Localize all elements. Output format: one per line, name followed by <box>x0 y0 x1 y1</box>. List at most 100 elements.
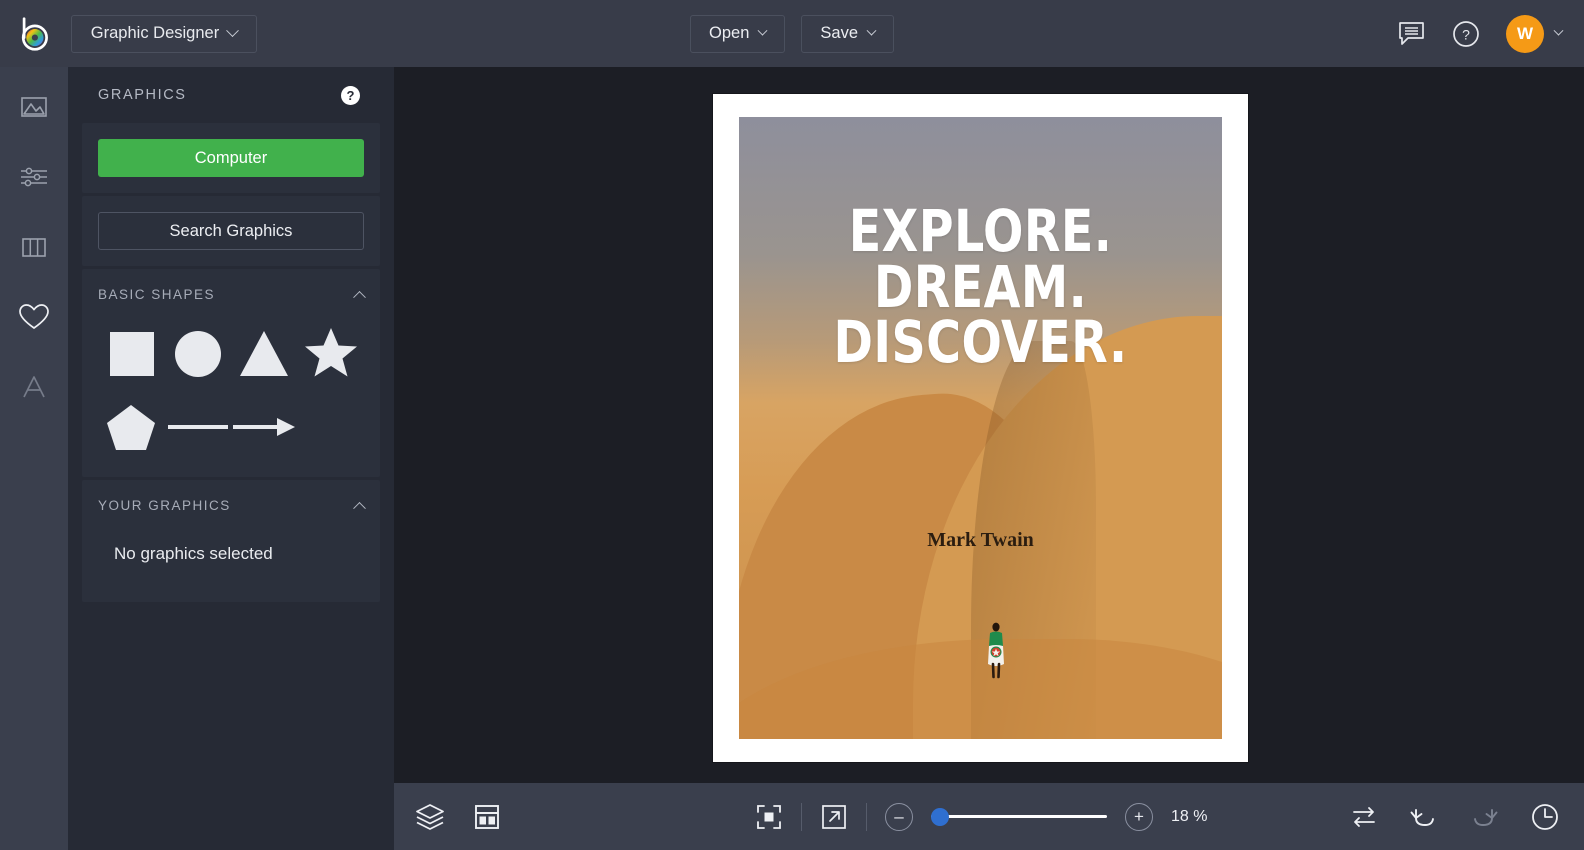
save-button[interactable]: Save <box>801 14 894 53</box>
star-icon <box>304 328 357 377</box>
comments-button[interactable] <box>1398 21 1426 47</box>
sidebar-item-layouts[interactable] <box>8 221 60 273</box>
basic-shapes-section: BASIC SHAPES <box>82 269 380 477</box>
divider <box>866 802 867 831</box>
zoom-slider[interactable] <box>931 807 1107 827</box>
arrow-right-icon <box>233 418 296 436</box>
layers-icon <box>416 803 444 830</box>
triangle-icon <box>240 331 289 376</box>
redo-button[interactable] <box>1470 803 1498 831</box>
undo-button[interactable] <box>1410 803 1438 831</box>
search-graphics-button[interactable]: Search Graphics <box>98 212 364 250</box>
your-graphics-header[interactable]: YOUR GRAPHICS <box>98 484 366 526</box>
zoom-in-button[interactable]: + <box>1125 802 1153 831</box>
quote-author[interactable]: Mark Twain <box>739 529 1222 552</box>
sliders-icon <box>21 167 47 187</box>
shape-star[interactable] <box>298 319 364 387</box>
panel-header: GRAPHICS ? <box>82 67 380 123</box>
svg-text:?: ? <box>1462 26 1470 42</box>
top-bar-actions: ? W <box>1398 0 1564 67</box>
top-bar: Graphic Designer Open Save ? W <box>0 0 1584 67</box>
question-circle-icon: ? <box>1453 20 1479 47</box>
search-graphics-card: Search Graphics <box>82 196 380 266</box>
zoom-slider-track <box>931 815 1107 818</box>
app-root: Graphic Designer Open Save ? W GRAPHICS … <box>0 0 1584 850</box>
computer-button[interactable]: Computer <box>98 139 364 177</box>
your-graphics-section: YOUR GRAPHICS No graphics selected <box>82 480 380 602</box>
swap-button[interactable] <box>1350 803 1378 831</box>
sidebar-item-adjust[interactable] <box>8 151 60 203</box>
shape-pentagon[interactable] <box>98 393 164 461</box>
image-icon <box>21 97 47 117</box>
bottom-bar: – + 18 % <box>394 783 1584 850</box>
chevron-down-icon <box>866 25 877 36</box>
layers-button[interactable] <box>414 802 446 832</box>
quote-text-block[interactable]: EXPLORE. DREAM. DISCOVER. <box>739 197 1222 377</box>
zoom-out-button[interactable]: – <box>885 802 913 831</box>
shape-circle[interactable] <box>165 319 231 387</box>
app-logo[interactable] <box>0 0 68 67</box>
color-wheel-b-logo <box>21 16 48 51</box>
quote-line-3: DISCOVER. <box>833 308 1128 377</box>
your-graphics-empty-message: No graphics selected <box>114 544 273 563</box>
minus-icon: – <box>894 807 904 826</box>
zoom-controls: – + 18 % <box>755 802 1223 831</box>
history-button[interactable] <box>1530 802 1560 832</box>
panel-help-button[interactable]: ? <box>341 85 360 105</box>
shape-triangle[interactable] <box>231 319 297 387</box>
plus-icon: + <box>1134 807 1144 826</box>
columns-icon <box>22 238 46 257</box>
pentagon-icon <box>107 405 156 450</box>
bottom-bar-right <box>1350 802 1560 832</box>
redo-arrow-icon <box>1474 808 1498 826</box>
zoom-level-label: 18 % <box>1171 807 1208 825</box>
sidebar-item-text[interactable] <box>8 361 60 413</box>
file-actions: Open Save <box>690 14 894 53</box>
walking-person-figure <box>987 622 1004 679</box>
fit-to-screen-button[interactable] <box>755 803 783 831</box>
zoom-slider-thumb[interactable] <box>931 807 949 826</box>
chevron-up-icon <box>353 501 366 515</box>
heart-icon <box>19 304 49 329</box>
expand-button[interactable] <box>820 803 848 831</box>
history-clock-icon <box>1532 803 1558 830</box>
sidebar-item-image[interactable] <box>8 81 60 133</box>
chevron-up-icon <box>353 290 366 304</box>
basic-shapes-header[interactable]: BASIC SHAPES <box>98 273 366 315</box>
bottom-bar-left <box>394 802 502 832</box>
avatar: W <box>1506 14 1544 53</box>
app-switcher-label: Graphic Designer <box>90 24 220 42</box>
help-button[interactable]: ? <box>1452 20 1480 48</box>
circle-icon <box>174 331 221 377</box>
shape-grid-spacer <box>298 393 364 461</box>
design-artwork[interactable]: EXPLORE. DREAM. DISCOVER. Mark Twain <box>739 117 1222 739</box>
app-switcher[interactable]: Graphic Designer <box>71 14 257 53</box>
canvas-area[interactable]: EXPLORE. DREAM. DISCOVER. Mark Twain <box>394 67 1584 783</box>
open-button-label: Open <box>709 24 750 42</box>
shape-square[interactable] <box>98 319 164 387</box>
your-graphics-title: YOUR GRAPHICS <box>98 497 231 513</box>
layout-template-button[interactable] <box>472 802 502 832</box>
expand-arrow-icon <box>822 804 846 829</box>
swap-arrows-icon <box>1353 806 1375 827</box>
chevron-down-icon <box>757 25 768 36</box>
chevron-down-icon <box>226 24 240 38</box>
sidebar-item-graphics[interactable] <box>8 291 60 343</box>
shape-arrow[interactable] <box>231 393 297 461</box>
design-page[interactable]: EXPLORE. DREAM. DISCOVER. Mark Twain <box>713 94 1248 762</box>
fit-to-screen-icon <box>757 804 781 829</box>
open-button[interactable]: Open <box>690 14 786 53</box>
text-a-icon <box>23 376 45 398</box>
user-menu[interactable]: W <box>1506 14 1564 53</box>
basic-shapes-grid <box>98 315 364 461</box>
basic-shapes-title: BASIC SHAPES <box>98 286 216 302</box>
graphics-panel: GRAPHICS ? Computer Search Graphics BASI… <box>68 67 394 850</box>
undo-arrow-icon <box>1410 808 1434 826</box>
quote-line-1: EXPLORE. <box>848 197 1113 266</box>
divider <box>801 802 802 831</box>
quote-line-2: DREAM. <box>873 252 1088 321</box>
layout-template-icon <box>475 804 499 829</box>
shape-line[interactable] <box>165 393 231 461</box>
panel-title: GRAPHICS <box>98 87 187 103</box>
computer-source-card: Computer <box>82 123 380 193</box>
